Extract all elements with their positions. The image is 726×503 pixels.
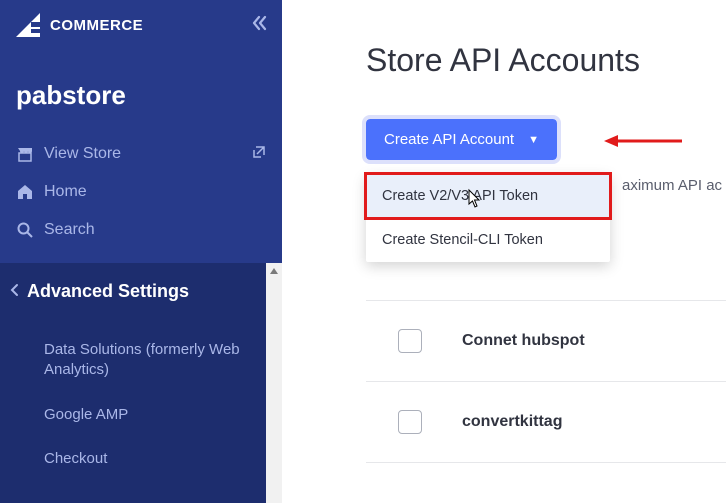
- context-text: aximum API ac: [622, 177, 722, 194]
- main-content: Store API Accounts Create API Account ▼ …: [298, 0, 726, 503]
- nav-label: View Store: [44, 145, 121, 163]
- dropdown-item-v2v3-token[interactable]: Create V2/V3 API Token: [366, 174, 610, 218]
- sub-item-google-amp[interactable]: Google AMP: [44, 393, 282, 437]
- sub-item-data-solutions[interactable]: Data Solutions (formerly Web Analytics): [44, 328, 282, 393]
- dropdown-item-label: Create V2/V3 API Token: [382, 188, 538, 204]
- dropdown-item-label: Create Stencil-CLI Token: [382, 232, 543, 248]
- create-api-account-button[interactable]: Create API Account ▼: [366, 119, 557, 160]
- account-row: Connet hubspot: [366, 301, 726, 382]
- store-icon: [16, 145, 40, 163]
- scroll-up-icon[interactable]: [266, 263, 282, 279]
- chevron-double-left-icon: [250, 14, 268, 32]
- sidebar-header: COMMERCE: [0, 0, 282, 50]
- home-icon: [16, 183, 40, 201]
- nav-label: Search: [44, 221, 95, 239]
- store-name: pabstore: [0, 50, 282, 131]
- collapse-sidebar-button[interactable]: [250, 14, 268, 37]
- search-icon: [16, 221, 40, 239]
- checkbox[interactable]: [398, 329, 422, 353]
- nav-view-store[interactable]: View Store: [0, 135, 282, 173]
- logo-mark-icon: [16, 13, 50, 37]
- create-dropdown: Create V2/V3 API Token Create Stencil-CL…: [366, 174, 610, 262]
- logo-text: COMMERCE: [50, 17, 143, 34]
- annotation-arrow-icon: [604, 133, 682, 154]
- dropdown-item-stencil-token[interactable]: Create Stencil-CLI Token: [366, 218, 610, 262]
- sidebar: COMMERCE pabstore View Store Home: [0, 0, 282, 503]
- caret-down-icon: ▼: [528, 134, 539, 146]
- account-list: Connet hubspot convertkittag: [366, 300, 726, 463]
- nav-label: Home: [44, 183, 87, 201]
- sub-panel-header[interactable]: Advanced Settings: [0, 263, 282, 320]
- external-link-icon: [252, 145, 266, 164]
- scrollbar-track[interactable]: [266, 263, 282, 503]
- account-name: Connet hubspot: [462, 332, 585, 350]
- sub-panel: Advanced Settings Data Solutions (former…: [0, 263, 282, 503]
- logo[interactable]: COMMERCE: [16, 13, 143, 37]
- create-row: Create API Account ▼ aximum API ac Creat…: [366, 119, 726, 160]
- chevron-left-icon: [10, 283, 19, 300]
- account-name: convertkittag: [462, 413, 562, 431]
- checkbox[interactable]: [398, 410, 422, 434]
- create-button-label: Create API Account: [384, 131, 514, 148]
- account-row: convertkittag: [366, 382, 726, 463]
- sub-panel-items: Data Solutions (formerly Web Analytics) …: [0, 320, 282, 481]
- nav-search[interactable]: Search: [0, 211, 282, 249]
- nav-home[interactable]: Home: [0, 173, 282, 211]
- primary-nav: View Store Home Search: [0, 131, 282, 253]
- sub-item-checkout[interactable]: Checkout: [44, 437, 282, 481]
- sub-panel-title: Advanced Settings: [27, 281, 189, 302]
- page-title: Store API Accounts: [366, 42, 726, 79]
